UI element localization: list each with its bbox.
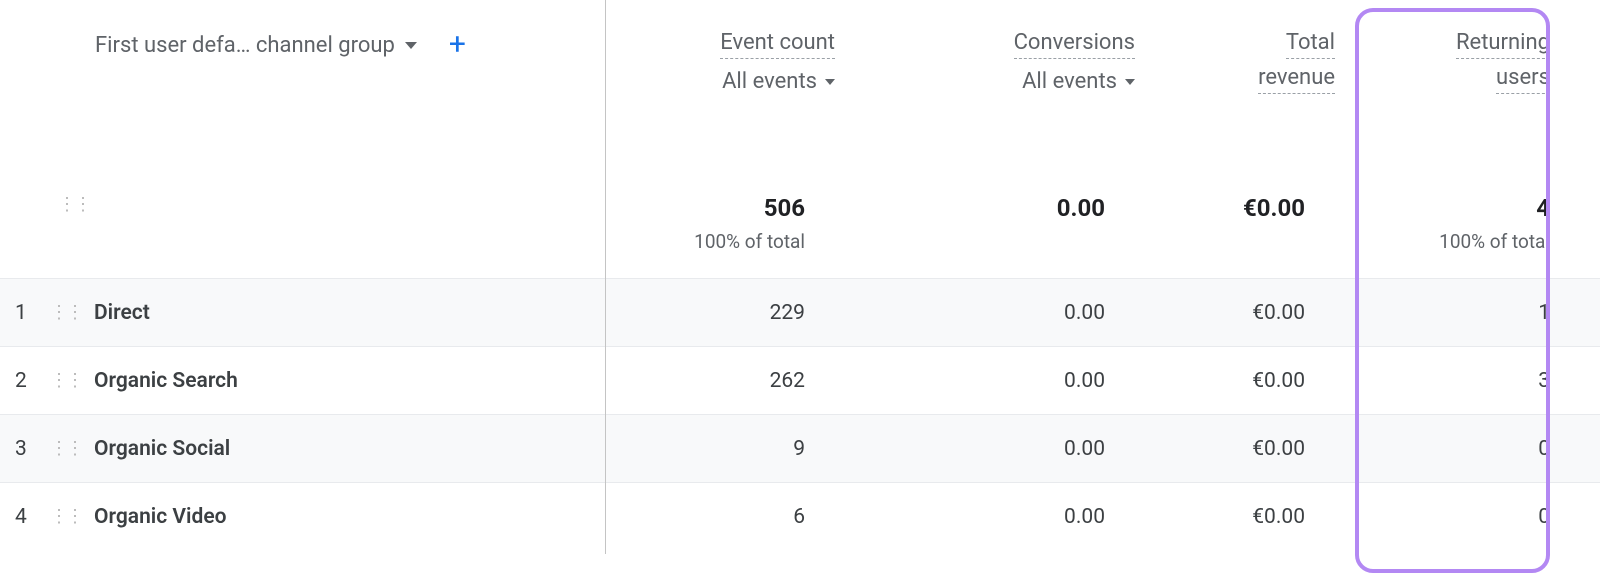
cell-total-revenue: €0.00 bbox=[1135, 279, 1335, 347]
conversions-filter[interactable]: All events bbox=[1014, 69, 1135, 94]
drag-handle-icon[interactable]: ⋮⋮ bbox=[58, 194, 90, 215]
add-dimension-button[interactable]: + bbox=[443, 30, 472, 60]
user-acquisition-table: First user defa… channel group + Event c… bbox=[0, 0, 1600, 551]
total-sub: 100% of total bbox=[1335, 230, 1550, 253]
row-number: 2 bbox=[0, 369, 50, 393]
dimension-value[interactable]: Organic Social bbox=[94, 437, 230, 461]
chevron-down-icon[interactable] bbox=[405, 42, 417, 49]
dimension-value[interactable]: Direct bbox=[94, 301, 150, 325]
cell-event-count: 229 bbox=[605, 279, 835, 347]
filter-label: All events bbox=[722, 69, 817, 94]
cell-total-revenue: €0.00 bbox=[1135, 347, 1335, 415]
column-header-returning-users[interactable]: Returning users bbox=[1456, 30, 1550, 94]
chevron-down-icon bbox=[1125, 79, 1135, 85]
chevron-down-icon bbox=[825, 79, 835, 85]
cell-conversions: 0.00 bbox=[835, 279, 1135, 347]
cell-conversions: 0.00 bbox=[835, 347, 1135, 415]
metric-label-line1: Total bbox=[1286, 30, 1335, 59]
column-header-event-count[interactable]: Event count All events bbox=[720, 30, 835, 94]
metric-label-line1: Returning bbox=[1456, 30, 1550, 59]
total-value: 4 bbox=[1335, 194, 1550, 222]
metric-label: Event count bbox=[720, 30, 835, 59]
totals-row: ⋮⋮ 506 100% of total 0.00 €0.00 4 100% o… bbox=[0, 94, 1600, 279]
total-value: 506 bbox=[605, 194, 805, 222]
total-value: €0.00 bbox=[1135, 194, 1305, 222]
metric-label: Conversions bbox=[1014, 30, 1135, 59]
dimension-value[interactable]: Organic Video bbox=[94, 505, 227, 529]
table-row[interactable]: 1 ⋮⋮ Direct 229 0.00 €0.00 1 bbox=[0, 279, 1600, 347]
total-revenue: €0.00 bbox=[1135, 94, 1335, 279]
total-returning-users: 4 100% of total bbox=[1335, 94, 1600, 279]
drag-handle-icon[interactable]: ⋮⋮ bbox=[50, 370, 94, 391]
column-header-total-revenue[interactable]: Total revenue bbox=[1258, 30, 1335, 94]
row-number: 3 bbox=[0, 437, 50, 461]
cell-total-revenue: €0.00 bbox=[1135, 483, 1335, 551]
dimension-selector-label[interactable]: First user defa… channel group bbox=[95, 33, 395, 58]
cell-conversions: 0.00 bbox=[835, 483, 1135, 551]
cell-returning-users: 0 bbox=[1335, 415, 1600, 483]
cell-event-count: 262 bbox=[605, 347, 835, 415]
table-row[interactable]: 2 ⋮⋮ Organic Search 262 0.00 €0.00 3 bbox=[0, 347, 1600, 415]
row-number: 1 bbox=[0, 301, 50, 325]
cell-returning-users: 0 bbox=[1335, 483, 1600, 551]
cell-total-revenue: €0.00 bbox=[1135, 415, 1335, 483]
cell-event-count: 9 bbox=[605, 415, 835, 483]
metric-label-line2: users bbox=[1496, 65, 1550, 94]
filter-label: All events bbox=[1022, 69, 1117, 94]
total-value: 0.00 bbox=[835, 194, 1105, 222]
column-separator bbox=[605, 0, 606, 554]
dimension-value[interactable]: Organic Search bbox=[94, 369, 238, 393]
metric-label-line2: revenue bbox=[1258, 65, 1335, 94]
cell-returning-users: 1 bbox=[1335, 279, 1600, 347]
drag-handle-icon[interactable]: ⋮⋮ bbox=[50, 302, 94, 323]
drag-handle-icon[interactable]: ⋮⋮ bbox=[50, 506, 94, 527]
event-count-filter[interactable]: All events bbox=[720, 69, 835, 94]
table-row[interactable]: 3 ⋮⋮ Organic Social 9 0.00 €0.00 0 bbox=[0, 415, 1600, 483]
cell-conversions: 0.00 bbox=[835, 415, 1135, 483]
table-row[interactable]: 4 ⋮⋮ Organic Video 6 0.00 €0.00 0 bbox=[0, 483, 1600, 551]
total-event-count: 506 100% of total bbox=[605, 94, 835, 279]
drag-handle-icon[interactable]: ⋮⋮ bbox=[50, 438, 94, 459]
total-conversions: 0.00 bbox=[835, 94, 1135, 279]
column-header-conversions[interactable]: Conversions All events bbox=[1014, 30, 1135, 94]
cell-event-count: 6 bbox=[605, 483, 835, 551]
total-sub: 100% of total bbox=[605, 230, 805, 253]
table-header-row: First user defa… channel group + Event c… bbox=[0, 0, 1600, 94]
row-number: 4 bbox=[0, 505, 50, 529]
cell-returning-users: 3 bbox=[1335, 347, 1600, 415]
